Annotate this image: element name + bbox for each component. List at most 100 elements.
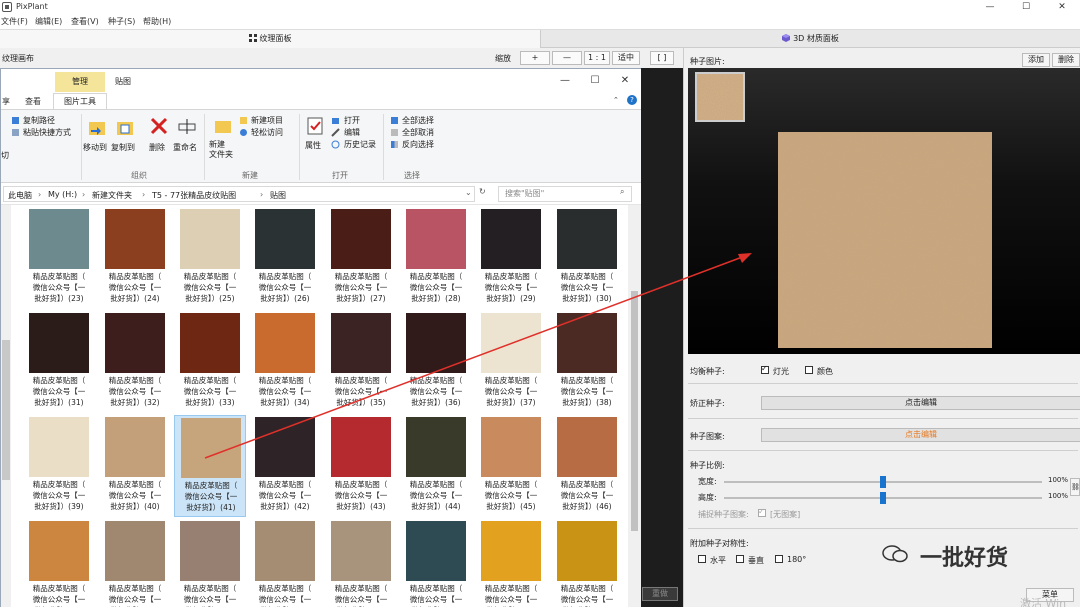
file-item[interactable]: 精品皮革贴图（ 微信公众号【一 批好货】）(28) [400, 207, 472, 309]
file-item[interactable]: 精品皮革贴图（ 微信公众号【一 批好货】）(32) [99, 311, 171, 413]
breadcrumb-current[interactable]: 贴图 [270, 190, 286, 201]
move-to-button[interactable]: 移动到 [83, 142, 107, 153]
file-item[interactable]: 精品皮革贴图（微信公众号【一批好货】）(53) [475, 519, 547, 607]
file-item[interactable]: 精品皮革贴图（ 微信公众号【一 批好货】）(30) [551, 207, 623, 309]
ribbon-tab-view[interactable]: 查看 [25, 96, 41, 107]
explorer-minimize-button[interactable]: — [553, 73, 577, 89]
select-all-button[interactable]: 全部选择 [402, 115, 434, 126]
properties-button[interactable]: 属性 [305, 140, 321, 151]
file-item[interactable]: 精品皮革贴图（ 微信公众号【一 批好货】）(23) [23, 207, 95, 309]
copy-path-button[interactable]: 复制路径 [23, 115, 55, 126]
vertical-scrollbar[interactable] [628, 205, 641, 607]
breadcrumb-this-pc[interactable]: 此电脑 [8, 190, 32, 201]
maximize-button[interactable]: ☐ [1008, 0, 1044, 14]
file-item[interactable]: 精品皮革贴图（ 微信公众号【一 批好货】）(41) [174, 415, 246, 517]
menu-seed[interactable]: 种子(S) [108, 16, 135, 27]
new-folder-button[interactable]: 新建 文件夹 [209, 140, 233, 160]
height-slider-thumb[interactable] [880, 492, 886, 504]
zoom-in-button[interactable]: + [520, 51, 550, 65]
menu-edit[interactable]: 编辑(E) [35, 16, 62, 27]
cut-button[interactable]: 切 [1, 150, 9, 161]
file-item[interactable]: 精品皮革贴图（ 微信公众号【一 批好货】）(35) [325, 311, 397, 413]
scrollbar-thumb[interactable] [2, 340, 10, 480]
file-item[interactable]: 精品皮革贴图（ 微信公众号【一 批好货】）(25) [174, 207, 246, 309]
history-button[interactable]: 历史记录 [344, 139, 376, 150]
file-item[interactable]: 精品皮革贴图（ 微信公众号【一 批好货】）(43) [325, 415, 397, 517]
correct-seed-edit-button[interactable]: 点击编辑 [761, 396, 1080, 410]
copy-to-button[interactable]: 复制到 [111, 142, 135, 153]
search-input[interactable]: 搜索"贴图" [498, 186, 632, 202]
file-item[interactable]: 精品皮革贴图（ 微信公众号【一 批好货】）(38) [551, 311, 623, 413]
add-seed-button[interactable]: 添加 [1022, 53, 1050, 67]
file-item[interactable]: 精品皮革贴图（ 微信公众号【一 批好货】）(31) [23, 311, 95, 413]
manage-tab[interactable]: 管理 [55, 72, 105, 92]
breadcrumb-new-folder[interactable]: 新建文件夹 [92, 190, 132, 201]
zoom-out-button[interactable]: — [552, 51, 582, 65]
color-checkbox[interactable] [805, 366, 813, 374]
file-item[interactable]: 精品皮革贴图（ 微信公众号【一 批好货】）(45) [475, 415, 547, 517]
rename-button[interactable]: 重命名 [173, 142, 197, 153]
ribbon-tab-picture-tools[interactable]: 图片工具 [53, 93, 107, 109]
tab-texture-panel[interactable]: 纹理面板 [0, 30, 541, 48]
scrollbar-thumb[interactable] [631, 291, 638, 531]
rotate-180-checkbox[interactable] [775, 555, 783, 563]
menu-help[interactable]: 帮助(H) [143, 16, 171, 27]
new-item-button[interactable]: 新建项目 [251, 115, 283, 126]
file-item[interactable]: 精品皮革贴图（微信公众号【一批好货】）(47) [23, 519, 95, 607]
paste-shortcut-button[interactable]: 粘贴快捷方式 [23, 127, 71, 138]
file-item[interactable]: 精品皮革贴图（微信公众号【一批好货】）(48) [99, 519, 171, 607]
file-item[interactable]: 精品皮革贴图（ 微信公众号【一 批好货】）(29) [475, 207, 547, 309]
file-item[interactable]: 精品皮革贴图（ 微信公众号【一 批好货】）(27) [325, 207, 397, 309]
minimize-button[interactable]: — [972, 0, 1008, 14]
file-item[interactable]: 精品皮革贴图（微信公众号【一批好货】）(49) [174, 519, 246, 607]
redo-button[interactable]: 重做 [642, 587, 678, 601]
chevron-down-icon[interactable]: ⌄ [465, 188, 472, 197]
close-button[interactable]: ✕ [1044, 0, 1080, 14]
refresh-icon[interactable]: ↻ [479, 187, 486, 196]
delete-button[interactable]: 删除 [149, 142, 165, 153]
file-item[interactable]: 精品皮革贴图（ 微信公众号【一 批好货】）(26) [249, 207, 321, 309]
menu-file[interactable]: 文件(F) [1, 16, 28, 27]
file-item[interactable]: 精品皮革贴图（ 微信公众号【一 批好货】）(37) [475, 311, 547, 413]
breadcrumb-t5[interactable]: T5 - 77张精品皮纹贴图 [152, 190, 236, 201]
tab-3d-material-panel[interactable]: 3D 材质面板 [541, 30, 1080, 48]
light-checkbox[interactable] [761, 364, 769, 374]
file-item[interactable]: 精品皮革贴图（ 微信公众号【一 批好货】）(34) [249, 311, 321, 413]
explorer-maximize-button[interactable]: ☐ [583, 73, 607, 89]
ribbon-tab-share[interactable]: 享 [2, 96, 10, 107]
zoom-actual-button[interactable]: 1 : 1 [584, 51, 610, 65]
explorer-close-button[interactable]: ✕ [613, 73, 637, 89]
file-item[interactable]: 精品皮革贴图（微信公众号【一批好货】）(51) [325, 519, 397, 607]
width-slider-thumb[interactable] [880, 476, 886, 488]
nav-pane-scrollbar[interactable] [1, 205, 11, 607]
seed-pattern-edit-button[interactable]: 点击编辑 [761, 428, 1080, 442]
ribbon-collapse-icon[interactable]: ⌃ [613, 96, 619, 104]
seed-preview[interactable] [688, 68, 1080, 354]
link-ratio-icon[interactable]: ⛓ [1070, 478, 1080, 496]
file-item[interactable]: 精品皮革贴图（ 微信公众号【一 批好货】）(24) [99, 207, 171, 309]
file-item[interactable]: 精品皮革贴图（微信公众号【一批好货】）(54) [551, 519, 623, 607]
horizontal-checkbox[interactable] [698, 555, 706, 563]
file-item[interactable]: 精品皮革贴图（微信公众号【一批好货】）(52) [400, 519, 472, 607]
vertical-checkbox[interactable] [736, 555, 744, 563]
zoom-fit-button[interactable]: 适中 [612, 51, 640, 65]
edit-button[interactable]: 编辑 [344, 127, 360, 138]
file-item[interactable]: 精品皮革贴图（ 微信公众号【一 批好货】）(39) [23, 415, 95, 517]
file-item[interactable]: 精品皮革贴图（ 微信公众号【一 批好货】）(33) [174, 311, 246, 413]
seed-thumbnail[interactable] [695, 72, 745, 122]
breadcrumb-drive[interactable]: My (H:) [48, 190, 77, 199]
open-button[interactable]: 打开 [344, 115, 360, 126]
fullscreen-button[interactable]: [ ] [650, 51, 674, 65]
file-item[interactable]: 精品皮革贴图（ 微信公众号【一 批好货】）(42) [249, 415, 321, 517]
file-item[interactable]: 精品皮革贴图（ 微信公众号【一 批好货】）(46) [551, 415, 623, 517]
capture-pattern-checkbox[interactable] [758, 507, 766, 517]
file-item[interactable]: 精品皮革贴图（ 微信公众号【一 批好货】）(40) [99, 415, 171, 517]
breadcrumb[interactable]: 此电脑 › My (H:) › 新建文件夹 › T5 - 77张精品皮纹贴图 ›… [3, 186, 475, 202]
help-icon[interactable]: ? [627, 95, 637, 105]
easy-access-button[interactable]: 轻松访问 [251, 127, 283, 138]
invert-selection-button[interactable]: 反向选择 [402, 139, 434, 150]
file-item[interactable]: 精品皮革贴图（微信公众号【一批好货】）(50) [249, 519, 321, 607]
search-icon[interactable]: ⌕ [620, 187, 624, 197]
file-item[interactable]: 精品皮革贴图（ 微信公众号【一 批好货】）(44) [400, 415, 472, 517]
select-none-button[interactable]: 全部取消 [402, 127, 434, 138]
